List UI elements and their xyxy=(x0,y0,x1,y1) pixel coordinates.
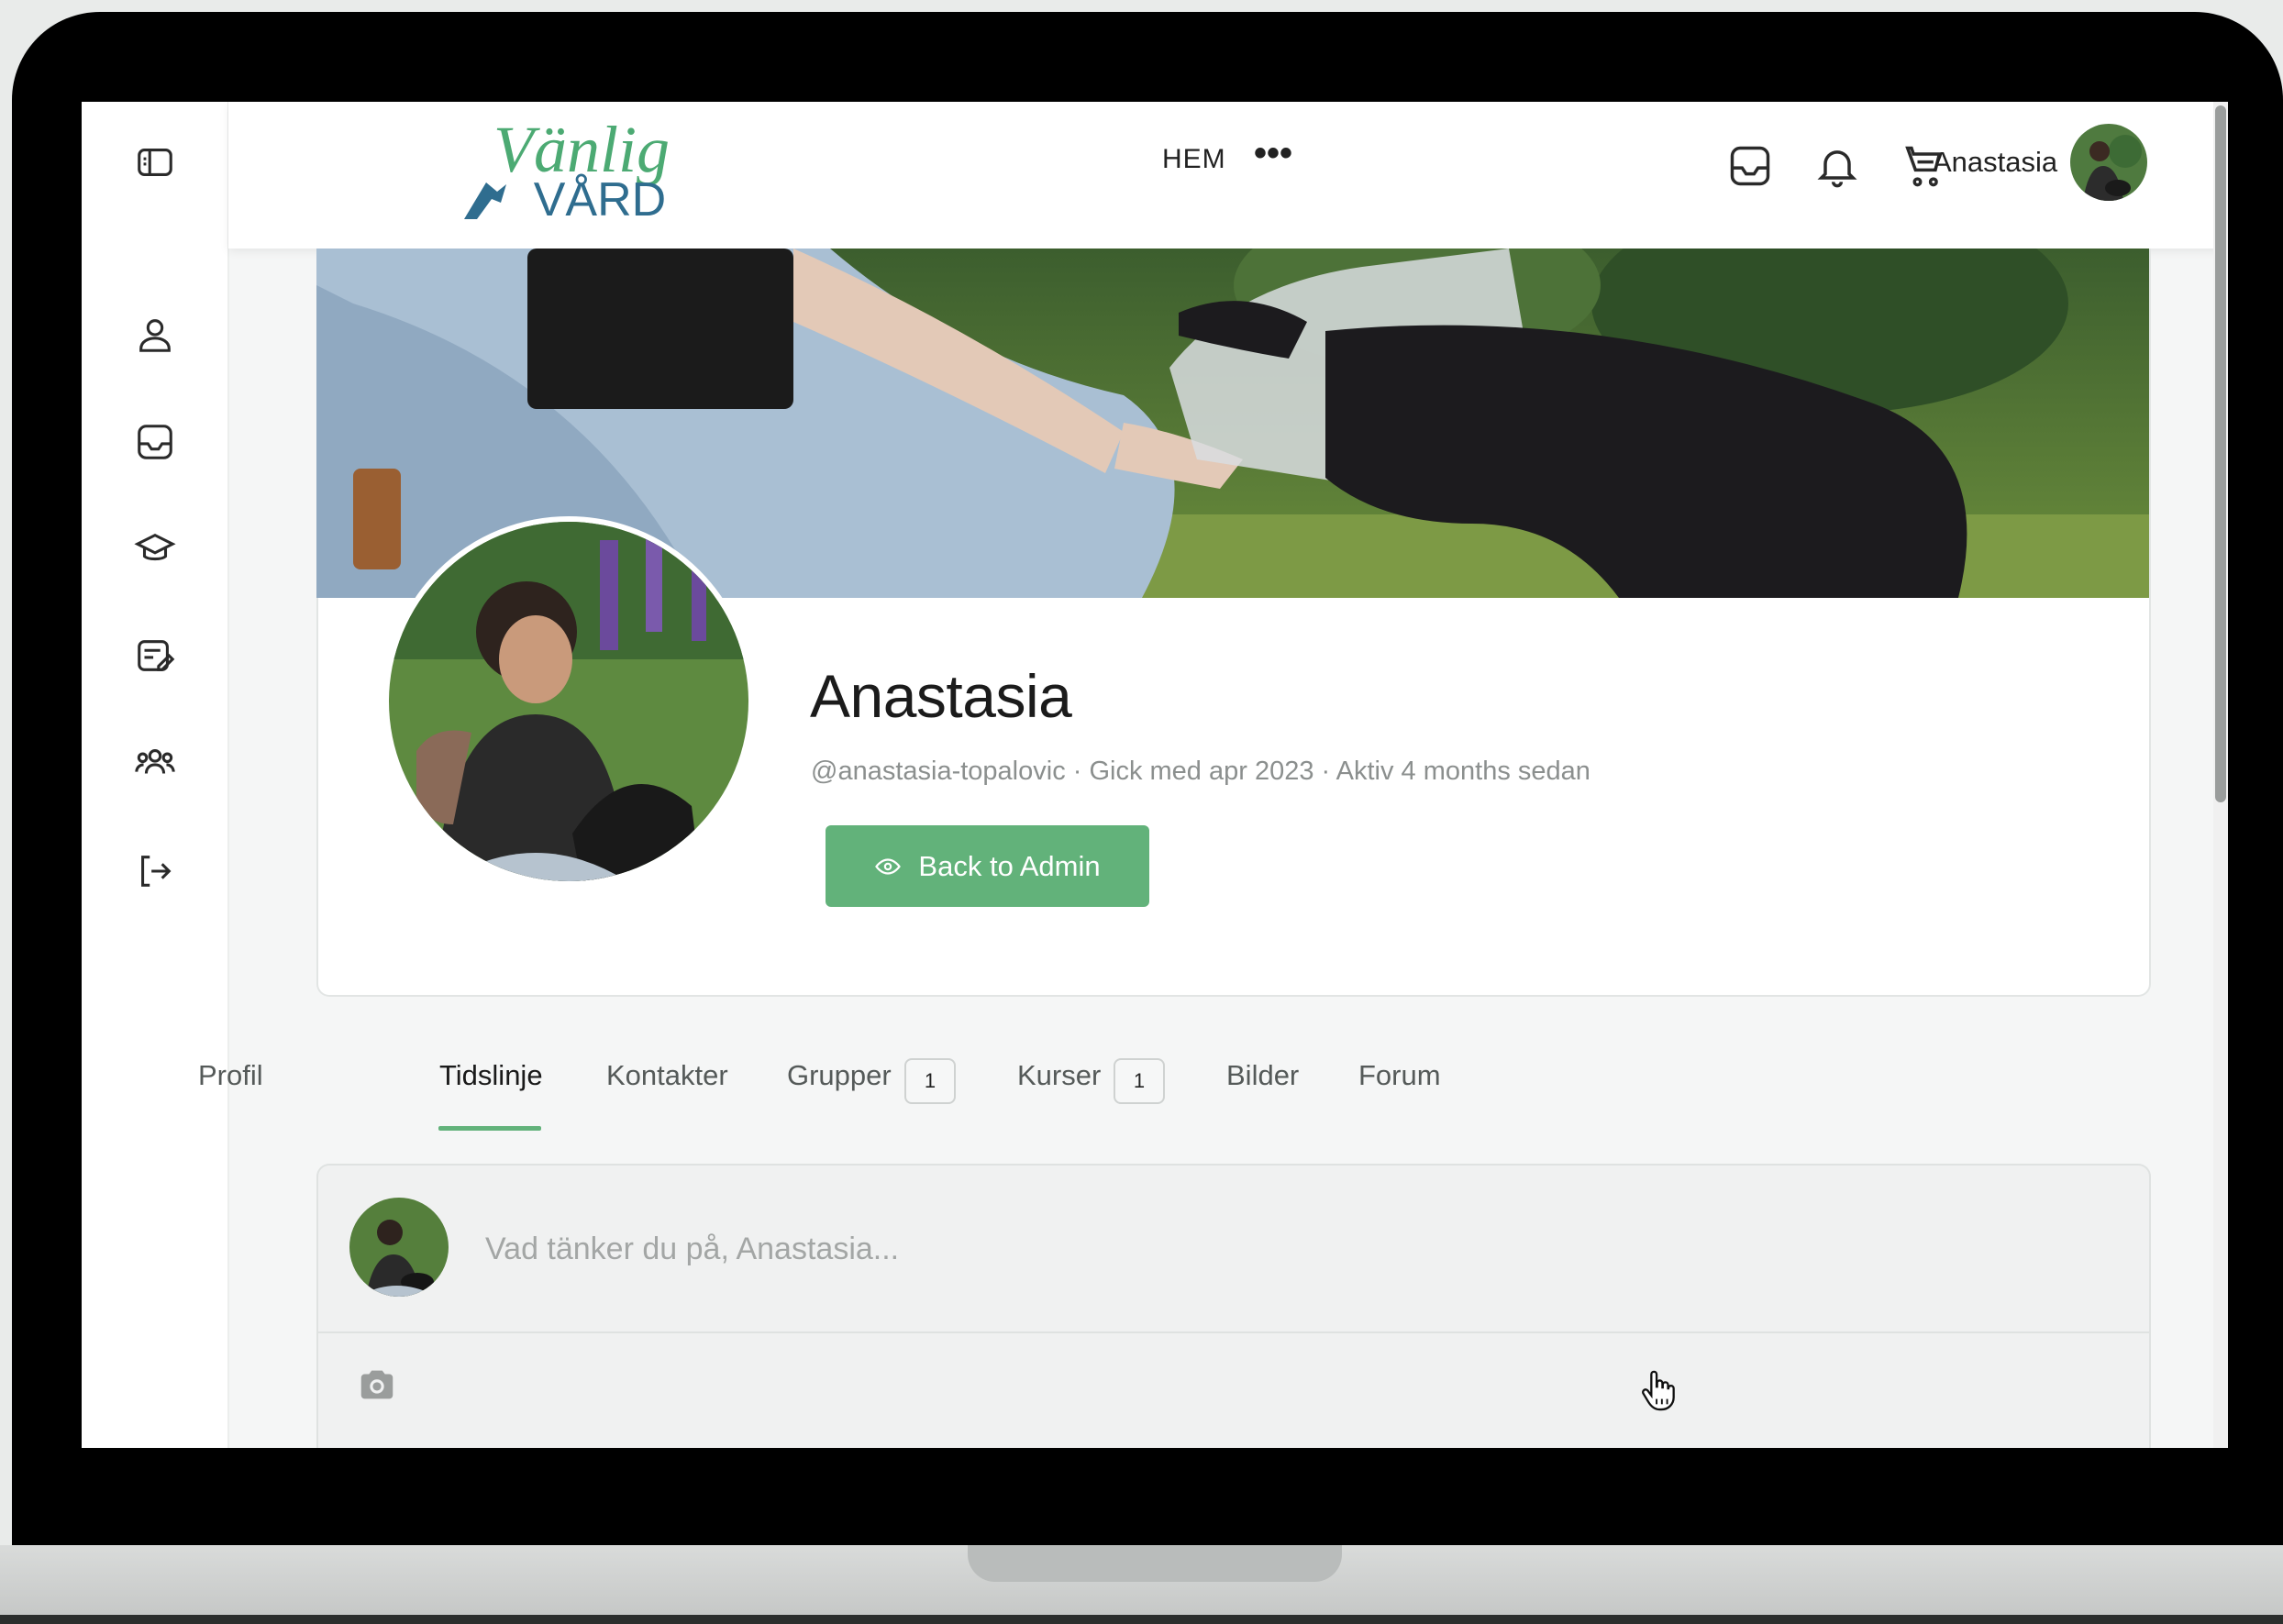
inbox-icon[interactable] xyxy=(133,420,177,464)
grupper-count-badge: 1 xyxy=(904,1058,956,1104)
tab-tidslinje[interactable]: Tidslinje xyxy=(439,1059,543,1092)
site-logo[interactable]: Vänlig VÅRD xyxy=(462,107,701,236)
tab-kontakter[interactable]: Kontakter xyxy=(606,1059,728,1092)
page-scrollbar[interactable] xyxy=(2213,102,2228,1448)
composer-divider xyxy=(316,1331,2149,1333)
inbox-icon[interactable] xyxy=(1726,142,1774,190)
profile-name: Anastasia xyxy=(810,662,1072,730)
back-to-admin-label: Back to Admin xyxy=(918,849,1101,882)
laptop-shadow xyxy=(0,1615,2283,1624)
sidebar-toggle-icon[interactable] xyxy=(133,140,177,184)
tab-forum[interactable]: Forum xyxy=(1358,1059,1441,1092)
graduation-cap-icon[interactable] xyxy=(133,527,177,571)
composer-input[interactable] xyxy=(483,1222,1679,1276)
tab-grupper[interactable]: Grupper xyxy=(787,1059,892,1092)
eye-icon xyxy=(875,857,902,875)
nav-home-link[interactable]: HEM xyxy=(1162,144,1226,175)
browser-screen: Vänlig VÅRD HEM ••• Anastasia Anastasia … xyxy=(82,102,2228,1448)
active-tab-indicator xyxy=(438,1126,541,1131)
tab-kurser[interactable]: Kurser xyxy=(1017,1059,1101,1092)
header-avatar[interactable] xyxy=(2070,124,2147,201)
logout-icon[interactable] xyxy=(133,849,177,893)
composer-avatar xyxy=(349,1198,449,1297)
camera-icon[interactable] xyxy=(356,1364,398,1406)
svg-text:VÅRD: VÅRD xyxy=(534,173,666,226)
header-user-name[interactable]: Anastasia xyxy=(1933,146,2057,179)
scrollbar-thumb[interactable] xyxy=(2215,105,2226,802)
profile-avatar[interactable] xyxy=(383,516,754,887)
group-icon[interactable] xyxy=(133,741,177,785)
hand-cursor-icon xyxy=(1637,1367,1679,1413)
tab-bilder[interactable]: Bilder xyxy=(1226,1059,1299,1092)
bell-icon[interactable] xyxy=(1813,142,1861,190)
nav-more-menu[interactable]: ••• xyxy=(1254,133,1292,174)
profile-meta: @anastasia-topalovic · Gick med apr 2023… xyxy=(811,757,1590,786)
kurser-count-badge: 1 xyxy=(1114,1058,1165,1104)
post-composer xyxy=(316,1164,2151,1448)
notes-edit-icon[interactable] xyxy=(133,634,177,678)
left-sidebar xyxy=(82,102,229,1448)
laptop-notch xyxy=(968,1545,1342,1582)
tab-profil[interactable]: Profil xyxy=(198,1059,263,1092)
top-header: Vänlig VÅRD HEM ••• Anastasia xyxy=(228,102,2228,249)
back-to-admin-button[interactable]: Back to Admin xyxy=(826,825,1149,907)
user-icon[interactable] xyxy=(133,313,177,357)
